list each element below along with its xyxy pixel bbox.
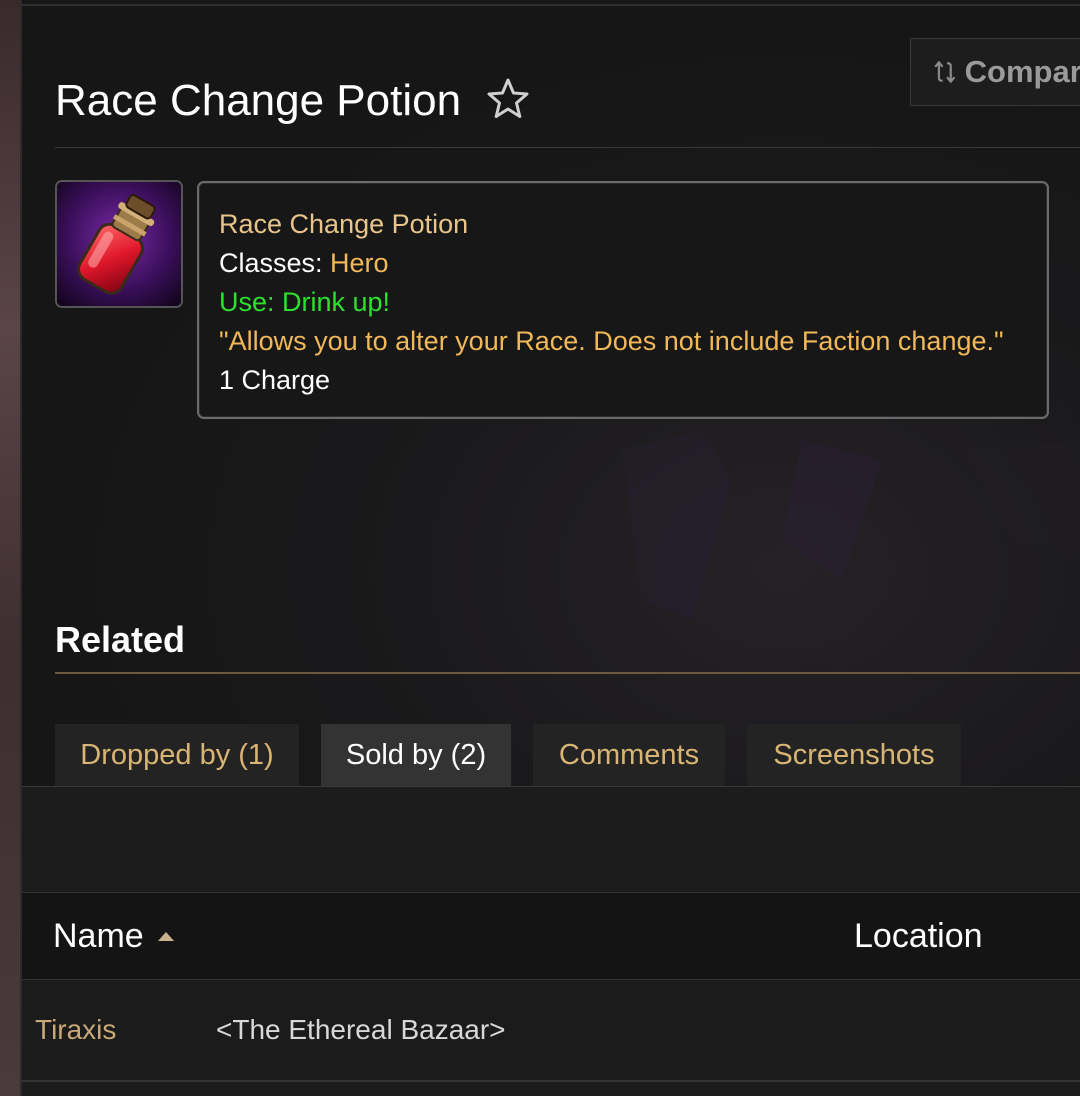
page-title: Race Change Potion (55, 76, 462, 125)
item-tooltip: Race Change Potion Classes: Hero Use: Dr… (197, 181, 1049, 419)
tooltip-use-effect: Use: Drink up! (219, 287, 391, 317)
table-header: Name Location (22, 893, 1080, 979)
tooltip-item-name: Race Change Potion (219, 209, 469, 239)
page: Compare Race Change Potion (0, 0, 1080, 1096)
title-divider (55, 147, 1080, 148)
related-divider (55, 672, 1080, 674)
compare-button-label: Compare (964, 54, 1080, 89)
table-row-divider (22, 1080, 1080, 1082)
tab-comments[interactable]: Comments (533, 724, 725, 786)
top-divider (22, 4, 1080, 6)
tab-screenshots[interactable]: Screenshots (747, 724, 961, 786)
tooltip-flavor-text: "Allows you to alter your Race. Does not… (219, 326, 1004, 356)
compare-arrows-icon (934, 60, 956, 84)
tab-dropped-by[interactable]: Dropped by (1) (55, 724, 299, 786)
star-outline-icon[interactable] (484, 76, 532, 122)
tooltip-classes-label: Classes: (219, 248, 323, 278)
vendor-name-link[interactable]: Tiraxis (35, 1012, 116, 1048)
column-name-label: Name (53, 917, 144, 955)
vendor-title: <The Ethereal Bazaar> (216, 1014, 506, 1045)
red-potion-icon (55, 180, 183, 308)
column-header-name[interactable]: Name (53, 915, 176, 957)
tooltip-classes-value[interactable]: Hero (330, 248, 389, 278)
related-heading: Related (55, 619, 186, 660)
sort-ascending-icon (157, 932, 174, 941)
compare-button[interactable]: Compare (910, 38, 1080, 106)
tooltip-charges: 1 Charge (219, 365, 331, 395)
table-row: Tiraxis <The Ethereal Bazaar> (22, 980, 1080, 1080)
main-content: Compare Race Change Potion (22, 0, 1080, 1096)
tab-sold-by[interactable]: Sold by (2) (321, 724, 511, 786)
background-strip (0, 0, 20, 1096)
tooltip-classes: Classes: Hero (219, 244, 1027, 283)
column-header-location[interactable]: Location (854, 915, 983, 957)
